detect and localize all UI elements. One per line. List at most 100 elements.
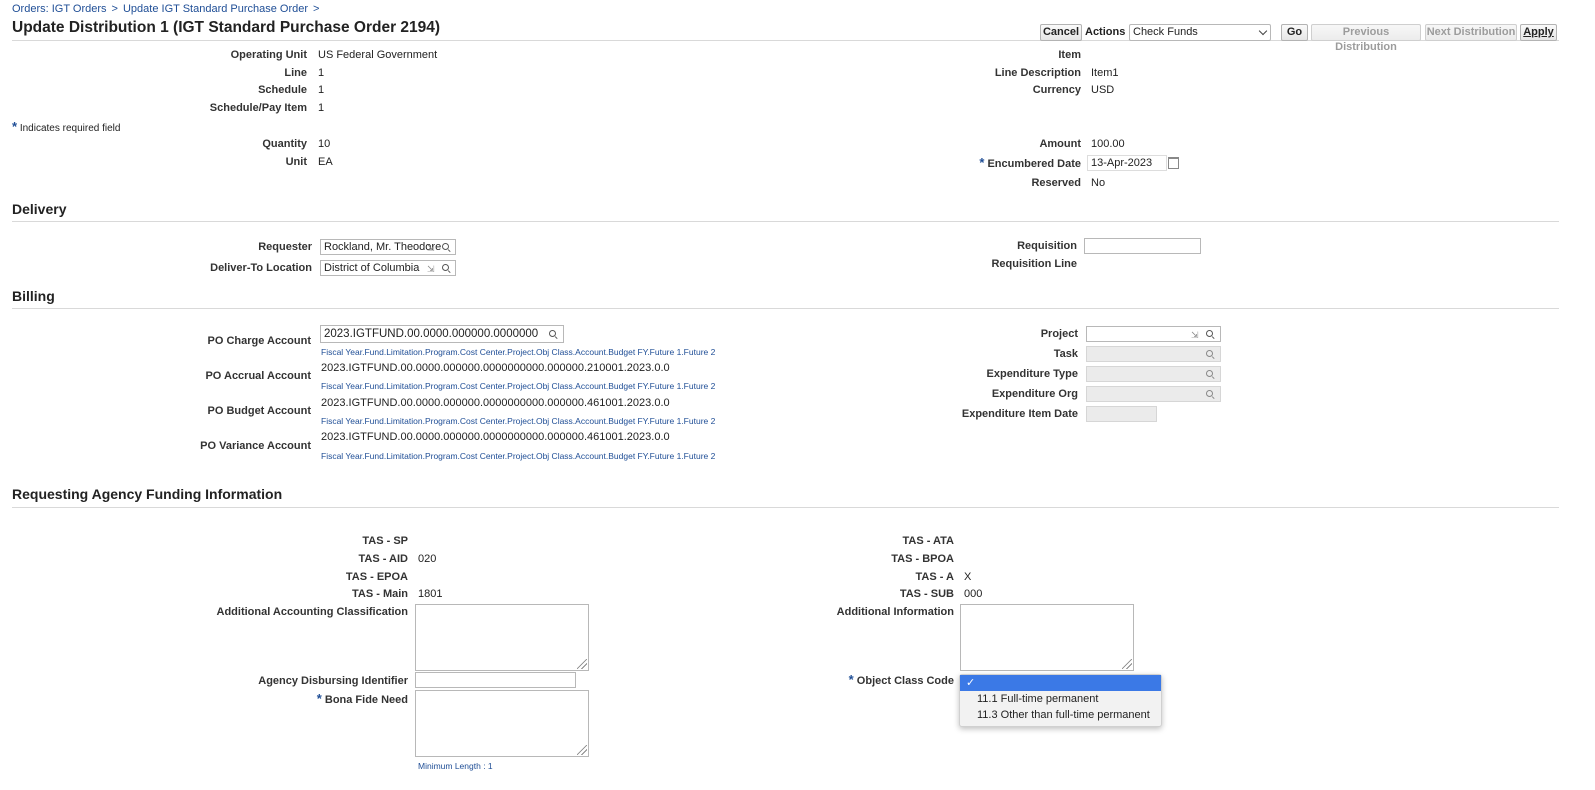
requester-input[interactable]: Rockland, Mr. Theodore <box>320 239 456 255</box>
operating-unit-value: US Federal Government <box>318 49 438 61</box>
go-button[interactable]: Go <box>1281 24 1308 41</box>
quantity-label: Quantity <box>262 138 307 150</box>
expenditure-org-input <box>1086 386 1221 402</box>
deliver-to-label: Deliver-To Location <box>210 262 312 274</box>
search-icon <box>1206 390 1214 398</box>
bona-fide-need-label: * Bona Fide Need <box>317 691 408 706</box>
resize-grip-icon[interactable] <box>577 659 587 669</box>
additional-accounting-classification-textarea[interactable] <box>415 604 589 671</box>
bona-fide-need-textarea[interactable] <box>415 690 589 757</box>
funding-divider <box>12 507 1559 508</box>
deliver-to-input[interactable]: District of Columbia <box>320 260 456 276</box>
search-icon[interactable] <box>442 264 450 272</box>
additional-accounting-classification-label: Additional Accounting Classification <box>216 606 409 618</box>
requisition-line-label: Requisition Line <box>991 258 1077 270</box>
page-title: Update Distribution 1 (IGT Standard Purc… <box>12 19 441 36</box>
search-icon[interactable] <box>442 243 450 251</box>
tas-main-value: 1801 <box>418 588 443 600</box>
tas-aid-label: TAS - AID <box>358 553 409 565</box>
quantity-value: 10 <box>318 138 331 150</box>
currency-value: USD <box>1091 84 1115 96</box>
agency-disbursing-identifier-label: Agency Disbursing Identifier <box>258 675 408 687</box>
tas-sp-label: TAS - SP <box>362 535 408 547</box>
required-star-icon: * <box>979 155 985 170</box>
chevron-down-icon <box>1258 26 1268 36</box>
po-variance-account-value: 2023.IGTFUND.00.0000.000000.0000000000.0… <box>321 431 670 443</box>
requisition-input[interactable] <box>1084 238 1201 254</box>
check-icon: ✓ <box>966 677 976 689</box>
pay-item-value: 1 <box>318 102 325 114</box>
amount-label: Amount <box>1039 138 1081 150</box>
object-class-option-11-3[interactable]: 11.3 Other than full-time permanent <box>960 707 1161 723</box>
item-label: Item <box>1058 49 1081 61</box>
reserved-label: Reserved <box>1031 177 1081 189</box>
project-label: Project <box>1040 328 1078 340</box>
minimum-length-hint: Minimum Length : 1 <box>418 761 493 771</box>
additional-information-label: Additional Information <box>836 606 954 618</box>
apply-button[interactable]: Apply <box>1520 24 1557 41</box>
required-star-icon: * <box>12 119 18 134</box>
required-field-note: * Indicates required field <box>12 119 120 134</box>
po-accrual-account-label: PO Accrual Account <box>205 370 311 382</box>
billing-section-title: Billing <box>12 288 55 304</box>
required-note-text: Indicates required field <box>19 123 121 134</box>
resize-grip-icon[interactable] <box>1122 659 1132 669</box>
tas-a-label: TAS - A <box>915 571 955 583</box>
segments-hint: Fiscal Year.Fund.Limitation.Program.Cost… <box>321 347 716 357</box>
tas-ata-label: TAS - ATA <box>902 535 954 547</box>
additional-information-textarea[interactable] <box>960 604 1134 671</box>
currency-label: Currency <box>1032 84 1081 96</box>
expenditure-type-label: Expenditure Type <box>986 368 1078 380</box>
po-charge-account-input[interactable]: 2023.IGTFUND.00.0000.000000.0000000 <box>320 325 564 343</box>
search-icon[interactable] <box>549 330 557 338</box>
po-charge-account-label: PO Charge Account <box>207 335 312 347</box>
breadcrumb-separator: > <box>313 3 320 15</box>
actions-select-value: Check Funds <box>1133 26 1198 38</box>
project-input[interactable] <box>1086 326 1221 342</box>
po-variance-account-label: PO Variance Account <box>200 440 311 452</box>
breadcrumb-separator: > <box>111 3 118 15</box>
schedule-label: Schedule <box>258 84 307 96</box>
delivery-divider <box>12 221 1559 222</box>
encumbered-date-input[interactable]: 13-Apr-2023 <box>1087 155 1167 171</box>
task-label: Task <box>1053 348 1078 360</box>
calendar-icon[interactable] <box>1168 157 1179 169</box>
actions-select[interactable]: Check Funds <box>1129 24 1271 41</box>
task-input <box>1086 346 1221 362</box>
funding-section-title: Requesting Agency Funding Information <box>12 486 283 502</box>
expenditure-item-date-input <box>1086 406 1157 422</box>
breadcrumb: Orders: IGT Orders > Update IGT Standard P… <box>12 3 324 15</box>
unit-value: EA <box>318 156 333 168</box>
encumbered-date-label: * Encumbered Date <box>979 155 1081 170</box>
unit-label: Unit <box>285 156 307 168</box>
expenditure-item-date-label: Expenditure Item Date <box>961 408 1078 420</box>
segments-hint: Fiscal Year.Fund.Limitation.Program.Cost… <box>321 381 716 391</box>
expenditure-org-label: Expenditure Org <box>991 388 1078 400</box>
required-star-icon: * <box>316 691 322 706</box>
cancel-button[interactable]: Cancel <box>1040 24 1082 41</box>
object-class-code-label-text: Object Class Code <box>856 675 954 687</box>
autocomplete-icon: ⇲ <box>1191 330 1199 340</box>
object-class-code-dropdown[interactable]: ✓ 11.1 Full-time permanent 11.3 Other th… <box>959 674 1162 727</box>
object-class-option-blank[interactable]: ✓ <box>960 675 1161 691</box>
encumbered-date-label-text: Encumbered Date <box>987 158 1081 170</box>
search-icon <box>1206 350 1214 358</box>
object-class-option-11-1[interactable]: 11.1 Full-time permanent <box>960 691 1161 707</box>
breadcrumb-link-update-po[interactable]: Update IGT Standard Purchase Order <box>123 3 308 15</box>
next-distribution-button[interactable]: Next Distribution <box>1425 24 1517 41</box>
amount-value: 100.00 <box>1091 138 1125 150</box>
autocomplete-icon: ⇲ <box>427 264 435 274</box>
reserved-value: No <box>1091 177 1106 189</box>
bona-fide-need-label-text: Bona Fide Need <box>324 694 408 706</box>
billing-divider <box>12 308 1559 309</box>
requester-label: Requester <box>258 241 312 253</box>
search-icon[interactable] <box>1206 330 1214 338</box>
resize-grip-icon[interactable] <box>577 745 587 755</box>
delivery-section-title: Delivery <box>12 201 67 217</box>
line-label: Line <box>284 67 307 79</box>
previous-distribution-button[interactable]: Previous Distribution <box>1311 24 1421 53</box>
tas-a-value: X <box>964 571 972 583</box>
breadcrumb-link-igt-orders[interactable]: Orders: IGT Orders <box>12 3 107 15</box>
agency-disbursing-identifier-input[interactable] <box>415 672 576 688</box>
search-icon <box>1206 370 1214 378</box>
